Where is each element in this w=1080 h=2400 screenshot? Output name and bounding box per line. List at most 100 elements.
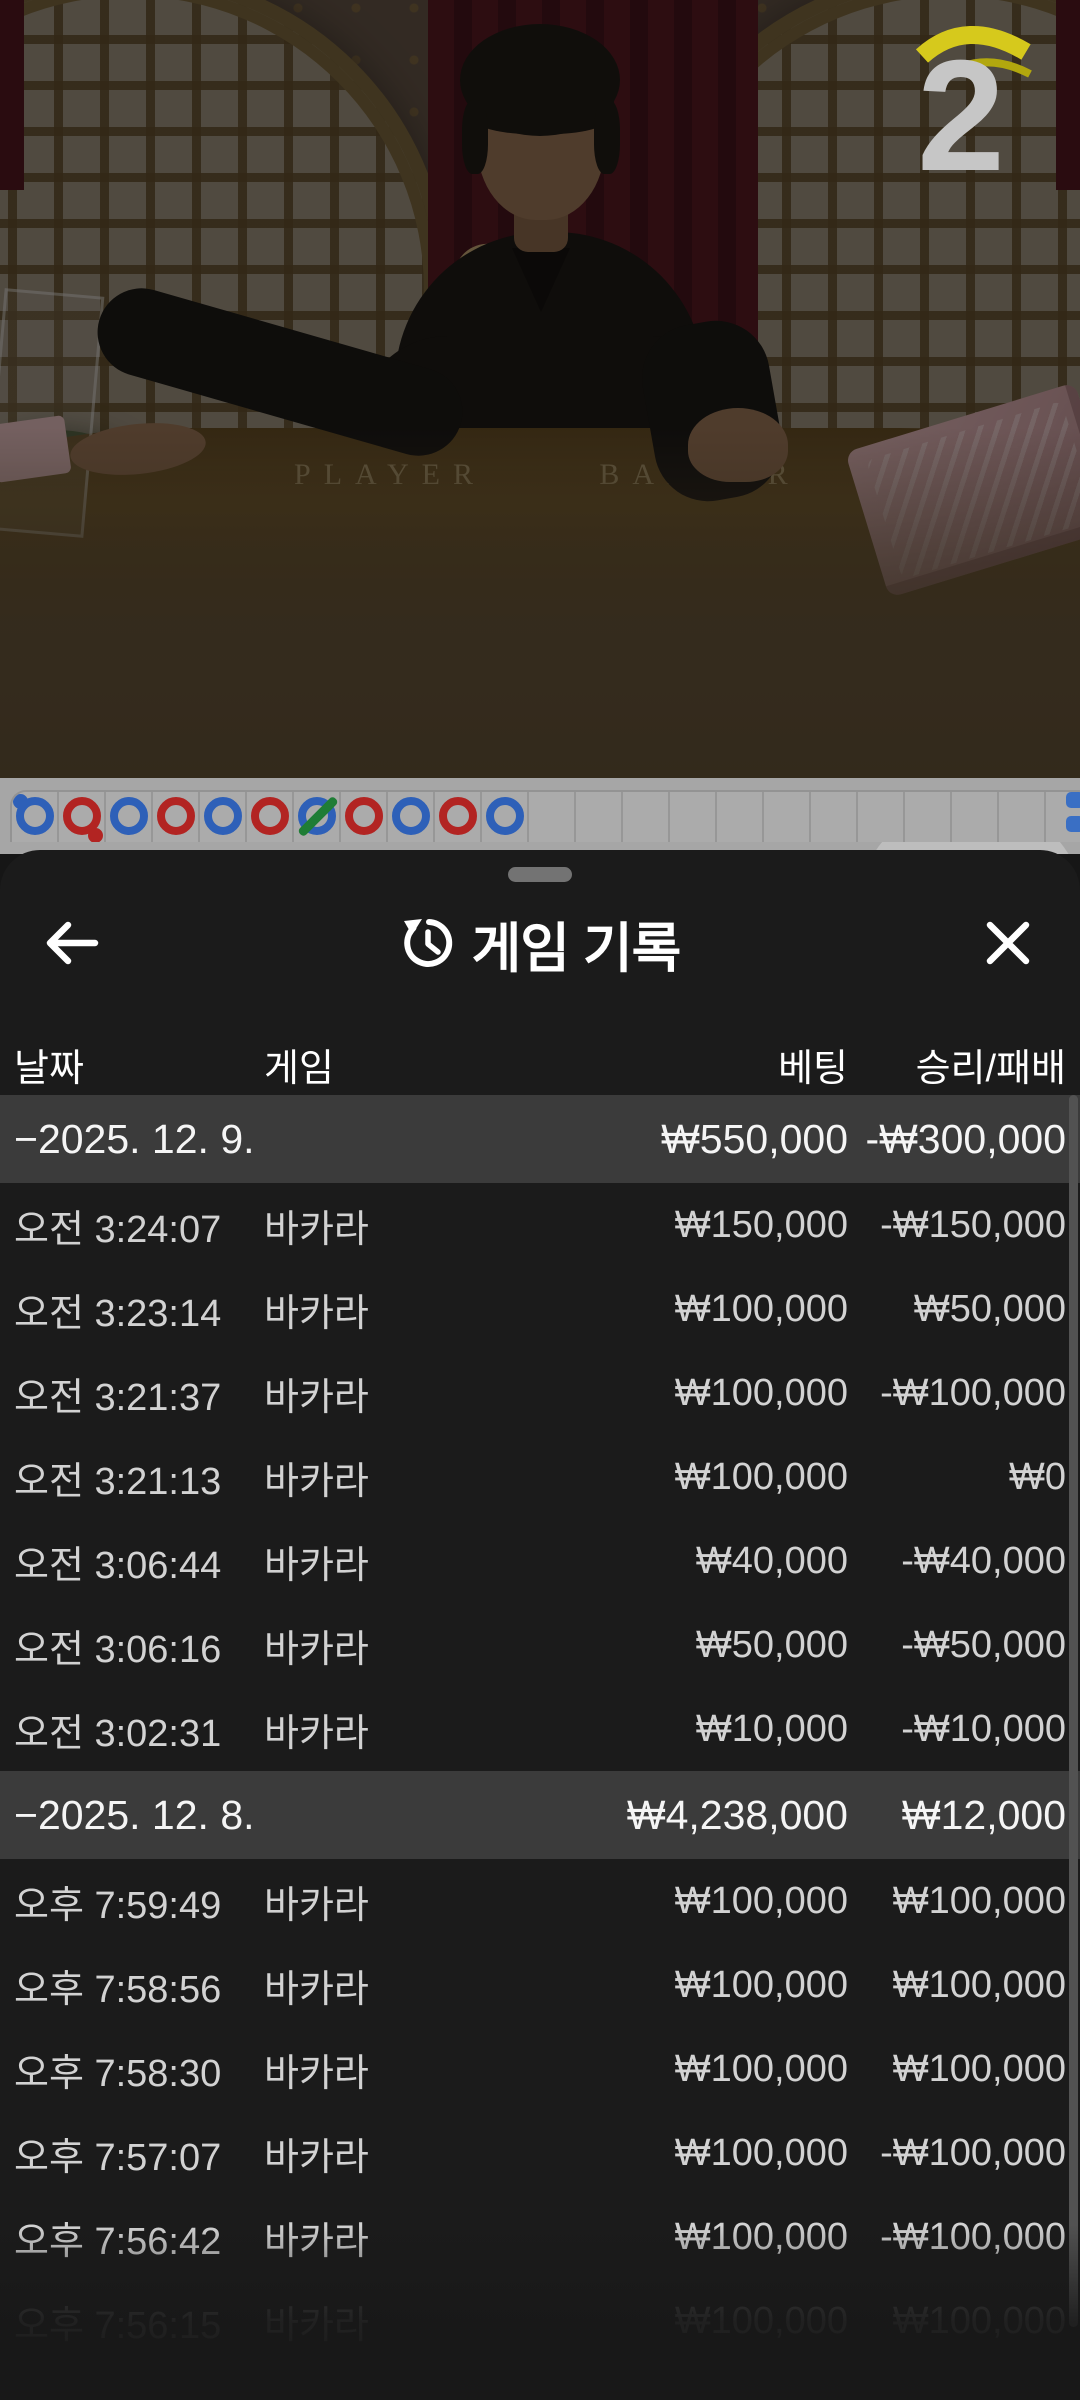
roadmap-cell <box>905 792 952 842</box>
roadmap-cell <box>764 792 811 842</box>
row-result: ₩100,000 <box>848 2300 1066 2343</box>
row-game: 바카라 <box>264 1198 584 1253</box>
history-row: 오후 7:58:30 바카라 ₩100,000 ₩100,000 <box>0 2027 1080 2111</box>
row-result: ₩0 <box>848 1456 1066 1499</box>
row-time: 오전 3:06:16 <box>14 1618 264 1673</box>
history-row: 오후 7:56:42 바카라 ₩100,000 -₩100,000 <box>0 2195 1080 2279</box>
row-time: 오전 3:21:13 <box>14 1450 264 1505</box>
history-group-row[interactable]: −2025. 12. 9. ₩550,000 -₩300,000 <box>0 1095 1080 1183</box>
row-result: -₩100,000 <box>848 2132 1066 2175</box>
row-bet: ₩100,000 <box>584 1456 848 1499</box>
group-result-total: -₩300,000 <box>848 1116 1066 1163</box>
col-bet: 베팅 <box>584 1037 848 1092</box>
roadmap-cell <box>811 792 858 842</box>
row-bet: ₩100,000 <box>584 1880 848 1923</box>
game-history-sheet: 게임 기록 날짜 게임 베팅 승리/패배 −2025. 12. 9. ₩550,… <box>0 850 1080 2400</box>
row-result: -₩40,000 <box>848 1540 1066 1583</box>
row-result: -₩150,000 <box>848 1204 1066 1247</box>
history-icon <box>400 915 456 971</box>
row-result: -₩50,000 <box>848 1624 1066 1667</box>
roadmap-cell <box>388 792 435 842</box>
group-bet-total: ₩4,238,000 <box>584 1792 848 1839</box>
roadmap-cell <box>670 792 717 842</box>
group-bet-total: ₩550,000 <box>584 1116 848 1163</box>
scrollbar[interactable] <box>1069 1095 1078 2327</box>
countdown-number: 2 <box>896 34 1026 200</box>
row-time: 오전 3:06:44 <box>14 1534 264 1589</box>
history-row: 오전 3:06:16 바카라 ₩50,000 -₩50,000 <box>0 1603 1080 1687</box>
row-game: 바카라 <box>264 2042 584 2097</box>
history-row: 오전 3:06:44 바카라 ₩40,000 -₩40,000 <box>0 1519 1080 1603</box>
history-group-row[interactable]: −2025. 12. 8. ₩4,238,000 ₩12,000 <box>0 1771 1080 1859</box>
table-column-header: 날짜 게임 베팅 승리/패배 <box>0 1035 1080 1093</box>
row-result: -₩10,000 <box>848 1708 1066 1751</box>
history-row: 오전 3:23:14 바카라 ₩100,000 ₩50,000 <box>0 1267 1080 1351</box>
drag-handle[interactable] <box>508 867 572 882</box>
countdown-badge: 2 <box>880 6 1070 266</box>
sheet-header: 게임 기록 <box>0 905 1080 981</box>
row-time: 오후 7:59:49 <box>14 1874 264 1929</box>
roadmap-cell <box>341 792 388 842</box>
row-result: -₩100,000 <box>848 1372 1066 1415</box>
row-bet: ₩50,000 <box>584 1624 848 1667</box>
row-time: 오전 3:23:14 <box>14 1282 264 1337</box>
row-time: 오후 7:56:42 <box>14 2210 264 2265</box>
row-bet: ₩100,000 <box>584 2048 848 2091</box>
row-game: 바카라 <box>264 1534 584 1589</box>
live-video-area: PLAYER BANKER 2 <box>0 0 1080 778</box>
roadmap-strip[interactable] <box>0 778 1080 854</box>
history-row: 오전 3:24:07 바카라 ₩150,000 -₩150,000 <box>0 1183 1080 1267</box>
row-time: 오후 7:58:30 <box>14 2042 264 2097</box>
roadmap-cell <box>294 792 341 842</box>
sheet-title-wrap: 게임 기록 <box>0 905 1080 981</box>
row-game: 바카라 <box>264 2126 584 2181</box>
roadmap-cell <box>952 792 999 842</box>
roadmap-cell <box>482 792 529 842</box>
row-bet: ₩100,000 <box>584 2216 848 2259</box>
roadmap-cell <box>529 792 576 842</box>
roadmap-cell <box>153 792 200 842</box>
row-result: -₩100,000 <box>848 2216 1066 2259</box>
row-time: 오후 7:58:56 <box>14 1958 264 2013</box>
app-root: PLAYER BANKER 2 <box>0 0 1080 2400</box>
col-date: 날짜 <box>14 1037 264 1092</box>
roadmap-cell <box>999 792 1046 842</box>
history-row: 오후 7:57:07 바카라 ₩100,000 -₩100,000 <box>0 2111 1080 2195</box>
col-result: 승리/패배 <box>848 1037 1066 1092</box>
row-game: 바카라 <box>264 1618 584 1673</box>
col-game: 게임 <box>264 1037 584 1092</box>
roadmap-cell <box>12 792 59 842</box>
row-game: 바카라 <box>264 1702 584 1757</box>
close-button[interactable] <box>976 911 1040 975</box>
history-list: −2025. 12. 9. ₩550,000 -₩300,000 오전 3:24… <box>0 1095 1080 2363</box>
history-row: 오전 3:02:31 바카라 ₩10,000 -₩10,000 <box>0 1687 1080 1771</box>
row-game: 바카라 <box>264 1366 584 1421</box>
row-bet: ₩150,000 <box>584 1204 848 1247</box>
row-time: 오후 7:56:15 <box>14 2294 264 2349</box>
history-row: 오후 7:59:49 바카라 ₩100,000 ₩100,000 <box>0 1859 1080 1943</box>
history-row: 오후 7:56:15 바카라 ₩100,000 ₩100,000 <box>0 2279 1080 2363</box>
group-date: −2025. 12. 9. <box>14 1116 584 1163</box>
close-icon <box>980 915 1036 971</box>
roadmap-cell <box>717 792 764 842</box>
roadmap-cell <box>247 792 294 842</box>
roadmap-stat-fragment <box>1066 792 1080 808</box>
roadmap-cell <box>200 792 247 842</box>
group-date: −2025. 12. 8. <box>14 1792 584 1839</box>
row-bet: ₩10,000 <box>584 1708 848 1751</box>
roadmap-cell <box>858 792 905 842</box>
roadmap-stat-fragment <box>1066 816 1080 832</box>
row-bet: ₩40,000 <box>584 1540 848 1583</box>
row-result: ₩100,000 <box>848 2048 1066 2091</box>
row-bet: ₩100,000 <box>584 2132 848 2175</box>
row-game: 바카라 <box>264 1282 584 1337</box>
history-row: 오전 3:21:13 바카라 ₩100,000 ₩0 <box>0 1435 1080 1519</box>
row-result: ₩100,000 <box>848 1964 1066 2007</box>
group-result-total: ₩12,000 <box>848 1792 1066 1839</box>
roadmap-cell <box>106 792 153 842</box>
row-bet: ₩100,000 <box>584 1964 848 2007</box>
roadmap-cell <box>623 792 670 842</box>
row-game: 바카라 <box>264 2294 584 2349</box>
row-bet: ₩100,000 <box>584 1372 848 1415</box>
row-result: ₩100,000 <box>848 1880 1066 1923</box>
